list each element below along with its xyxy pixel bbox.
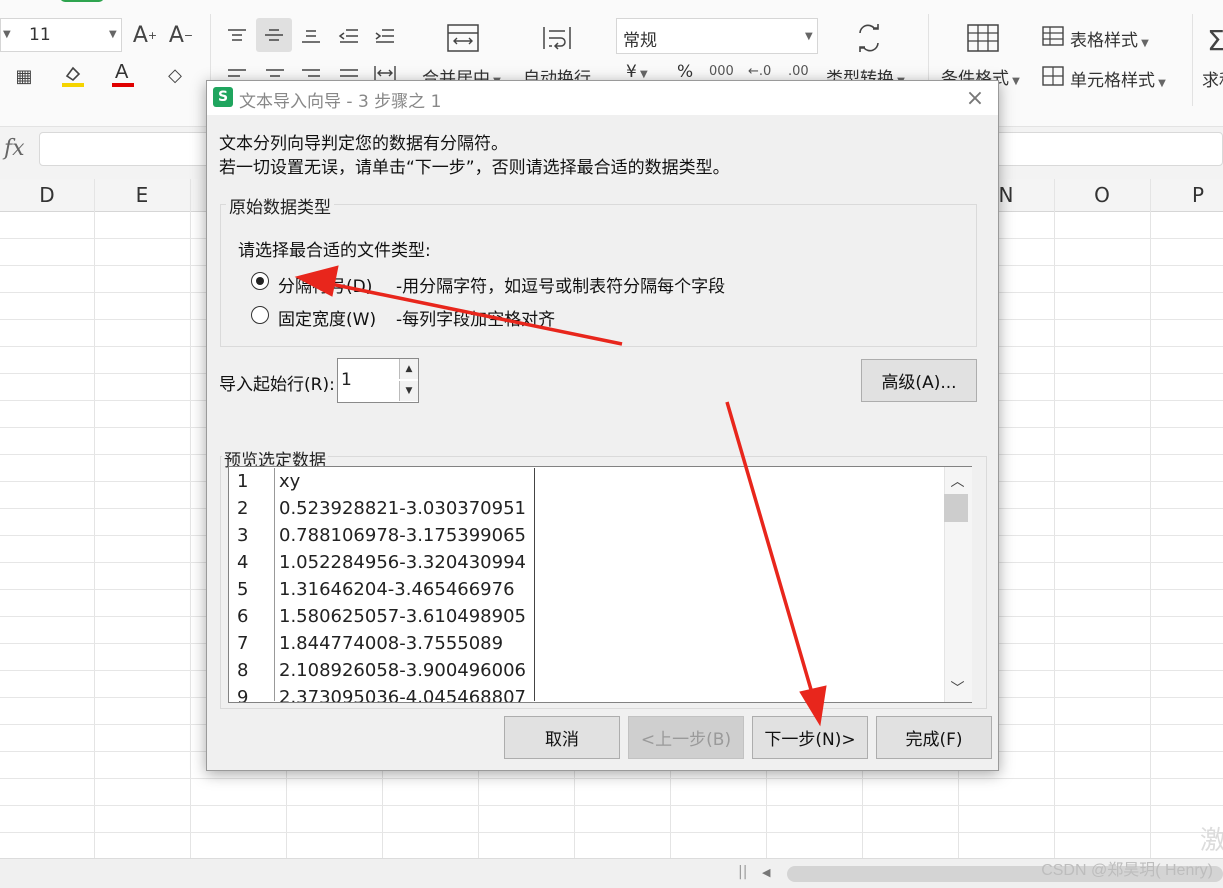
sum-icon[interactable]: Σ xyxy=(1206,22,1223,58)
scroll-grip-icon: || xyxy=(738,864,748,880)
spin-down-icon[interactable]: ▼ xyxy=(399,381,418,401)
grid-line xyxy=(190,179,191,859)
preview-divider xyxy=(274,468,275,701)
cell-style-button[interactable]: 单元格样式 ▼ xyxy=(1070,66,1166,91)
scroll-down-icon[interactable]: ﹀ xyxy=(944,678,971,698)
preview-row-clipped: 9 2.373095036-4.045468807 xyxy=(229,687,943,702)
increase-indent-icon[interactable] xyxy=(370,22,400,50)
svg-text:A: A xyxy=(115,61,129,83)
preview-row-text: 0.523928821-3.030370951 xyxy=(279,498,526,519)
grid-line xyxy=(0,832,1223,833)
decrease-indent-icon[interactable] xyxy=(334,22,364,50)
preview-row-text: 1.844774008-3.7555089 xyxy=(279,633,504,654)
preview-row-text: xy xyxy=(279,471,301,492)
percent-format-button[interactable]: % xyxy=(677,62,693,82)
merge-center-icon[interactable] xyxy=(444,20,482,56)
dropdown-arrow-icon: ▼ xyxy=(109,29,117,40)
increase-decimal-button[interactable]: .00 xyxy=(788,64,809,79)
radio-delimited[interactable] xyxy=(251,272,269,290)
dropdown-arrow-icon: ▼ xyxy=(3,29,11,40)
type-convert-icon[interactable] xyxy=(850,20,888,56)
decrease-decimal-button[interactable]: ←.0 xyxy=(748,64,771,79)
dropdown-arrow-icon: ▼ xyxy=(805,31,813,42)
fill-color-icon[interactable] xyxy=(58,60,88,90)
number-format-value: 常规 xyxy=(623,31,657,51)
dialog-title: 文本导入向导 - 3 步骤之 1 xyxy=(239,92,442,112)
preview-row-number: 4 xyxy=(237,552,249,573)
watermark-partial: 激 xyxy=(1200,826,1223,856)
intro-text-1: 文本分列向导判定您的数据有分隔符。 xyxy=(219,134,508,154)
advanced-button[interactable]: 高级(A)... xyxy=(861,359,977,402)
watermark: CSDN @郑昊玥( Henry) xyxy=(1041,862,1213,879)
radio-fixed-width-label[interactable]: 固定宽度(W) xyxy=(278,305,376,330)
font-color-icon[interactable]: A xyxy=(110,58,136,90)
font-size-select[interactable]: ▼ 11 ▼ xyxy=(0,18,122,52)
font-size-value: 11 xyxy=(29,25,51,45)
fx-icon[interactable]: fx xyxy=(4,136,25,161)
start-row-input[interactable]: 1 xyxy=(341,370,352,390)
radio-delimited-label[interactable]: 分隔符号(D) xyxy=(278,272,372,297)
spin-up-icon[interactable]: ▲ xyxy=(399,359,418,379)
finish-button[interactable]: 完成(F) xyxy=(876,716,992,759)
align-middle-icon[interactable] xyxy=(256,18,292,52)
preview-row-number: 8 xyxy=(237,660,249,681)
grid-line xyxy=(1150,179,1151,859)
align-top-icon[interactable] xyxy=(222,22,252,50)
close-icon[interactable]: × xyxy=(963,84,987,112)
preview-row-text: 0.788106978-3.175399065 xyxy=(279,525,526,546)
preview-row-number: 9 xyxy=(237,687,249,702)
next-step-button[interactable]: 下一步(N)> xyxy=(752,716,868,759)
preview-row-number: 2 xyxy=(237,498,249,519)
preview-row-number: 7 xyxy=(237,633,249,654)
active-tab-indicator xyxy=(60,0,104,2)
wrap-text-icon[interactable] xyxy=(538,20,576,56)
radio-delimited-desc: -用分隔字符，如逗号或制表符分隔每个字段 xyxy=(396,277,726,297)
number-format-select[interactable]: 常规 ▼ xyxy=(616,18,818,54)
wps-logo-icon: S xyxy=(213,87,233,107)
preview-scroll-thumb[interactable] xyxy=(944,494,968,522)
ribbon-divider xyxy=(1192,14,1193,106)
group-label: 原始数据类型 xyxy=(226,193,334,218)
preview-row-text: 1.580625057-3.610498905 xyxy=(279,606,526,627)
table-style-button[interactable]: 表格样式 ▼ xyxy=(1070,26,1149,51)
preview-row-number: 3 xyxy=(237,525,249,546)
column-header-e[interactable]: E xyxy=(94,179,190,211)
grid-line xyxy=(0,805,1223,806)
choose-file-type-label: 请选择最合适的文件类型: xyxy=(238,241,431,261)
intro-text-2: 若一切设置无误，请单击“下一步”，否则请选择最合适的数据类型。 xyxy=(219,158,730,178)
increase-font-icon[interactable]: A + xyxy=(130,20,160,50)
thousands-separator-button[interactable]: 000 xyxy=(709,64,734,79)
column-header-n[interactable]: N xyxy=(996,179,1016,211)
column-header-p[interactable]: P xyxy=(1150,179,1223,211)
table-style-icon xyxy=(1040,24,1066,48)
grid-line xyxy=(0,778,1223,779)
decrease-font-icon[interactable]: A − xyxy=(166,20,196,50)
sum-label[interactable]: 求和 xyxy=(1202,66,1223,91)
eraser-icon[interactable]: ◇ xyxy=(160,60,190,90)
conditional-format-icon[interactable] xyxy=(964,20,1002,56)
radio-fixed-width[interactable] xyxy=(251,306,269,324)
preview-row-text: 1.052284956-3.320430994 xyxy=(279,552,526,573)
align-bottom-icon[interactable] xyxy=(296,22,326,50)
grid-line xyxy=(94,179,95,859)
preview-row-number: 5 xyxy=(237,579,249,600)
cancel-button[interactable]: 取消 xyxy=(504,716,620,759)
scroll-up-icon[interactable]: ︿ xyxy=(944,471,971,491)
column-header-o[interactable]: O xyxy=(1054,179,1150,211)
currency-format-button[interactable]: ¥ ▼ xyxy=(626,62,648,82)
border-icon[interactable]: ▦ xyxy=(6,62,42,90)
radio-fixed-width-desc: -每列字段加空格对齐 xyxy=(396,310,556,330)
scroll-left-icon[interactable]: ◀ xyxy=(762,866,770,879)
preview-row-number: 6 xyxy=(237,606,249,627)
start-row-label: 导入起始行(R): xyxy=(219,375,335,395)
preview-row-number: 1 xyxy=(237,471,249,492)
preview-column-break[interactable] xyxy=(534,468,535,701)
column-header-d[interactable]: D xyxy=(0,179,94,211)
cell-style-icon xyxy=(1040,64,1066,88)
preview-row-text: 2.108926058-3.900496006 xyxy=(279,660,526,681)
preview-row-text: 2.373095036-4.045468807 xyxy=(279,687,526,702)
preview-row-text: 1.31646204-3.465466976 xyxy=(279,579,515,600)
grid-line xyxy=(1054,179,1055,859)
previous-step-button[interactable]: <上一步(B) xyxy=(628,716,744,759)
